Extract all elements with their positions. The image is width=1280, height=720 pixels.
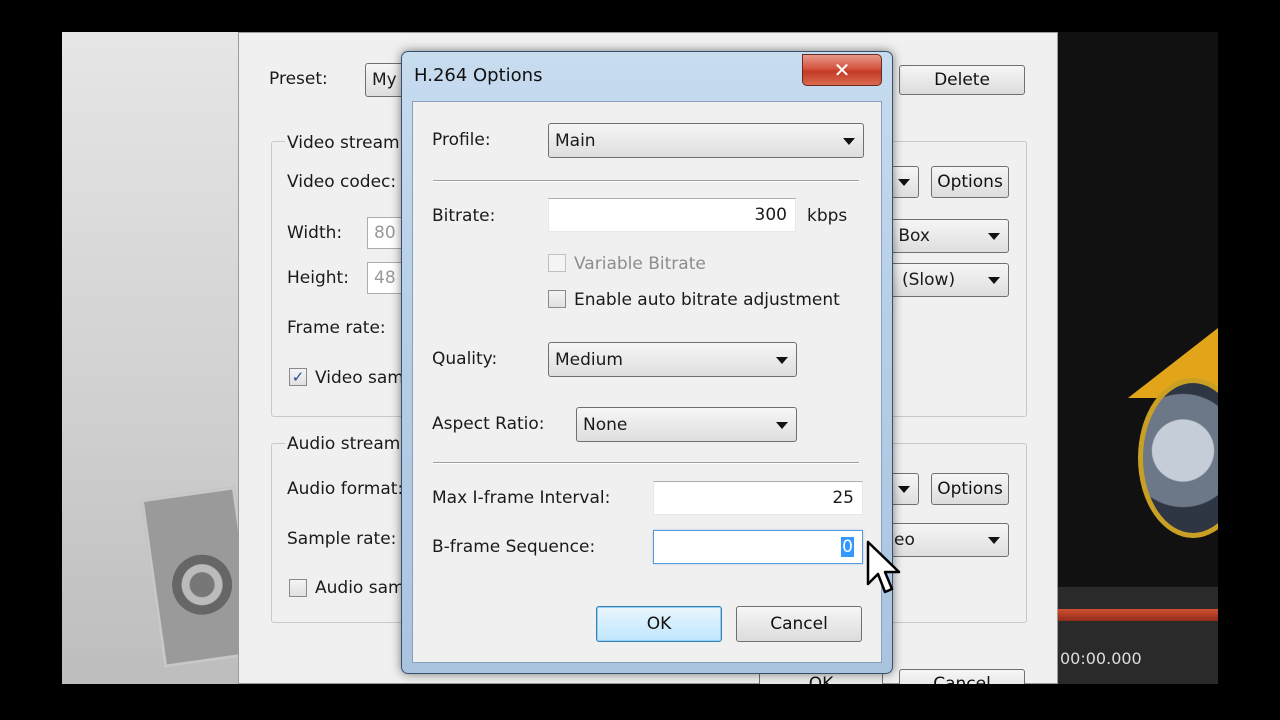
h264-options-dialog: H.264 Options ✕ Profile: Main Bitrate: 3… bbox=[401, 51, 893, 674]
chevron-down-icon bbox=[776, 356, 788, 364]
cancel-button[interactable]: Cancel bbox=[736, 606, 862, 642]
sample-rate-label: Sample rate: bbox=[287, 529, 397, 549]
video-same-checkbox[interactable]: ✓ bbox=[289, 368, 307, 386]
aspect-ratio-label: Aspect Ratio: bbox=[432, 414, 545, 434]
audio-stream-label: Audio stream bbox=[285, 434, 403, 454]
dialog-title: H.264 Options bbox=[414, 65, 543, 86]
video-options-button[interactable]: Options bbox=[931, 166, 1009, 198]
max-iframe-label: Max I-frame Interval: bbox=[432, 488, 611, 508]
auto-bitrate-checkbox[interactable] bbox=[548, 290, 566, 308]
audio-same-label: Audio sam bbox=[315, 578, 405, 598]
chevron-down-icon bbox=[776, 421, 788, 429]
bitrate-unit: kbps bbox=[807, 206, 848, 226]
variable-bitrate-checkbox[interactable] bbox=[548, 254, 566, 272]
close-button[interactable]: ✕ bbox=[802, 54, 882, 86]
mouse-pointer-icon bbox=[866, 540, 901, 594]
resize-method-combo[interactable]: r Box bbox=[879, 219, 1009, 253]
auto-bitrate-label: Enable auto bitrate adjustment bbox=[574, 290, 840, 310]
video-codec-label: Video codec: bbox=[287, 172, 397, 192]
audio-same-checkbox[interactable] bbox=[289, 579, 307, 597]
video-same-label: Video sam bbox=[315, 368, 404, 388]
max-iframe-input[interactable]: 25 bbox=[653, 481, 863, 515]
chevron-down-icon bbox=[843, 137, 855, 145]
delete-button[interactable]: Delete bbox=[899, 65, 1025, 95]
timeline-progress-bar[interactable] bbox=[1058, 609, 1218, 621]
encoding-speed-combo[interactable]: (Slow) bbox=[879, 263, 1009, 297]
chevron-down-icon bbox=[988, 537, 1000, 544]
separator bbox=[433, 180, 859, 182]
dialog-body: Profile: Main Bitrate: 300 kbps Variable… bbox=[412, 101, 882, 663]
width-label: Width: bbox=[287, 223, 343, 243]
audio-options-button[interactable]: Options bbox=[931, 473, 1009, 505]
time-readout: 00:00.000 bbox=[1060, 649, 1142, 668]
chevron-down-icon bbox=[988, 233, 1000, 240]
aspect-ratio-select[interactable]: None bbox=[576, 407, 797, 442]
bitrate-label: Bitrate: bbox=[432, 206, 496, 226]
film-reel-logo bbox=[1128, 328, 1218, 538]
bframe-label: B-frame Sequence: bbox=[432, 537, 596, 557]
bframe-input[interactable]: 0 bbox=[653, 530, 863, 564]
close-icon: ✕ bbox=[833, 58, 851, 82]
bitrate-input[interactable]: 300 bbox=[548, 198, 796, 232]
audio-format-label: Audio format: bbox=[287, 479, 404, 499]
chevron-down-icon bbox=[988, 277, 1000, 284]
ok-button[interactable]: OK bbox=[596, 606, 722, 642]
profile-select[interactable]: Main bbox=[548, 123, 864, 158]
variable-bitrate-label: Variable Bitrate bbox=[574, 254, 706, 274]
height-label: Height: bbox=[287, 268, 349, 288]
chevron-down-icon bbox=[898, 486, 910, 493]
quality-label: Quality: bbox=[432, 349, 498, 369]
preset-label: Preset: bbox=[269, 69, 328, 89]
main-cancel-button[interactable]: Cancel bbox=[899, 669, 1025, 684]
selected-text: 0 bbox=[841, 537, 854, 557]
profile-label: Profile: bbox=[432, 130, 491, 150]
separator bbox=[433, 462, 859, 464]
quality-select[interactable]: Medium bbox=[548, 342, 797, 377]
playback-timeline: 00:00.000 bbox=[1058, 587, 1218, 684]
frame-rate-label: Frame rate: bbox=[287, 318, 386, 338]
chevron-down-icon bbox=[898, 179, 910, 186]
video-stream-label: Video stream bbox=[285, 133, 402, 153]
